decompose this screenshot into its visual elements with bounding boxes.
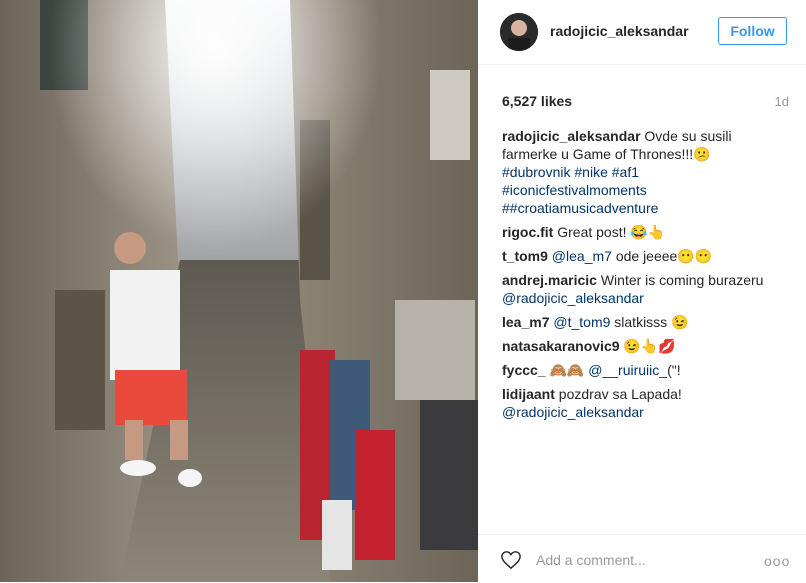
comment-text: ode jeeee😶😶 bbox=[615, 248, 713, 264]
likes-count[interactable]: 6,527 likes bbox=[502, 93, 572, 109]
add-comment-input[interactable]: Add a comment... bbox=[536, 552, 646, 568]
comment-text: 🙈🙈 bbox=[549, 362, 585, 378]
comment: lea_m7 @t_tom9 slatkisss 😉 bbox=[502, 313, 790, 331]
comment-username[interactable]: rigoc.fit bbox=[502, 224, 553, 240]
hashtag[interactable]: #nike bbox=[574, 164, 607, 180]
more-options-icon[interactable]: ooo bbox=[764, 553, 790, 569]
avatar[interactable] bbox=[500, 13, 538, 51]
heart-icon[interactable] bbox=[500, 550, 522, 575]
comment-footer: Add a comment... ooo bbox=[478, 534, 806, 583]
comment: fyccc_ 🙈🙈 @__ruiruiic_("! bbox=[502, 361, 790, 379]
comment-username[interactable]: t_tom9 bbox=[502, 248, 548, 264]
caption: radojicic_aleksandar Ovde su susili farm… bbox=[502, 127, 790, 217]
comment-mention[interactable]: @radojicic_aleksandar bbox=[502, 404, 644, 420]
comment-username[interactable]: andrej.maricic bbox=[502, 272, 597, 288]
comment-text: 😉👆💋 bbox=[623, 338, 676, 354]
comment: natasakaranovic9 😉👆💋 bbox=[502, 337, 790, 355]
comment: rigoc.fit Great post! 😂👆 bbox=[502, 223, 790, 241]
comment-mention[interactable]: @__ruiruiic_ bbox=[588, 362, 667, 378]
post-details-panel: radojicic_aleksandar Follow 6,527 likes … bbox=[478, 0, 806, 582]
post-time[interactable]: 1d bbox=[775, 94, 789, 109]
post-photo[interactable] bbox=[0, 0, 478, 582]
follow-button[interactable]: Follow bbox=[718, 17, 787, 45]
comment-username[interactable]: fyccc_ bbox=[502, 362, 546, 378]
comment: lidijaant pozdrav sa Lapada! @radojicic_… bbox=[502, 385, 790, 421]
comment-text: slatkisss 😉 bbox=[614, 314, 689, 330]
comment-username[interactable]: lea_m7 bbox=[502, 314, 549, 330]
hashtag[interactable]: #iconicfestivalmoments bbox=[502, 182, 647, 198]
comment-mention[interactable]: @t_tom9 bbox=[553, 314, 610, 330]
comment-text: pozdrav sa Lapada! bbox=[558, 386, 682, 402]
comment-mention[interactable]: @lea_m7 bbox=[552, 248, 612, 264]
comment-text: Winter is coming burazeru bbox=[600, 272, 764, 288]
comment-text: Great post! 😂👆 bbox=[557, 224, 666, 240]
comment-text: ("! bbox=[667, 362, 681, 378]
comment-list: radojicic_aleksandar Ovde su susili farm… bbox=[502, 127, 790, 427]
post-header: radojicic_aleksandar Follow bbox=[478, 0, 806, 65]
comment-username[interactable]: natasakaranovic9 bbox=[502, 338, 620, 354]
comment-mention[interactable]: @radojicic_aleksandar bbox=[502, 290, 644, 306]
caption-username[interactable]: radojicic_aleksandar bbox=[502, 128, 641, 144]
hashtag[interactable]: #af1 bbox=[612, 164, 639, 180]
hashtag[interactable]: ##croatiamusicadventure bbox=[502, 200, 658, 216]
comment: andrej.maricic Winter is coming burazeru… bbox=[502, 271, 790, 307]
header-username[interactable]: radojicic_aleksandar bbox=[550, 23, 689, 39]
hashtag[interactable]: #dubrovnik bbox=[502, 164, 571, 180]
comment-username[interactable]: lidijaant bbox=[502, 386, 555, 402]
comment: t_tom9 @lea_m7 ode jeeee😶😶 bbox=[502, 247, 790, 265]
